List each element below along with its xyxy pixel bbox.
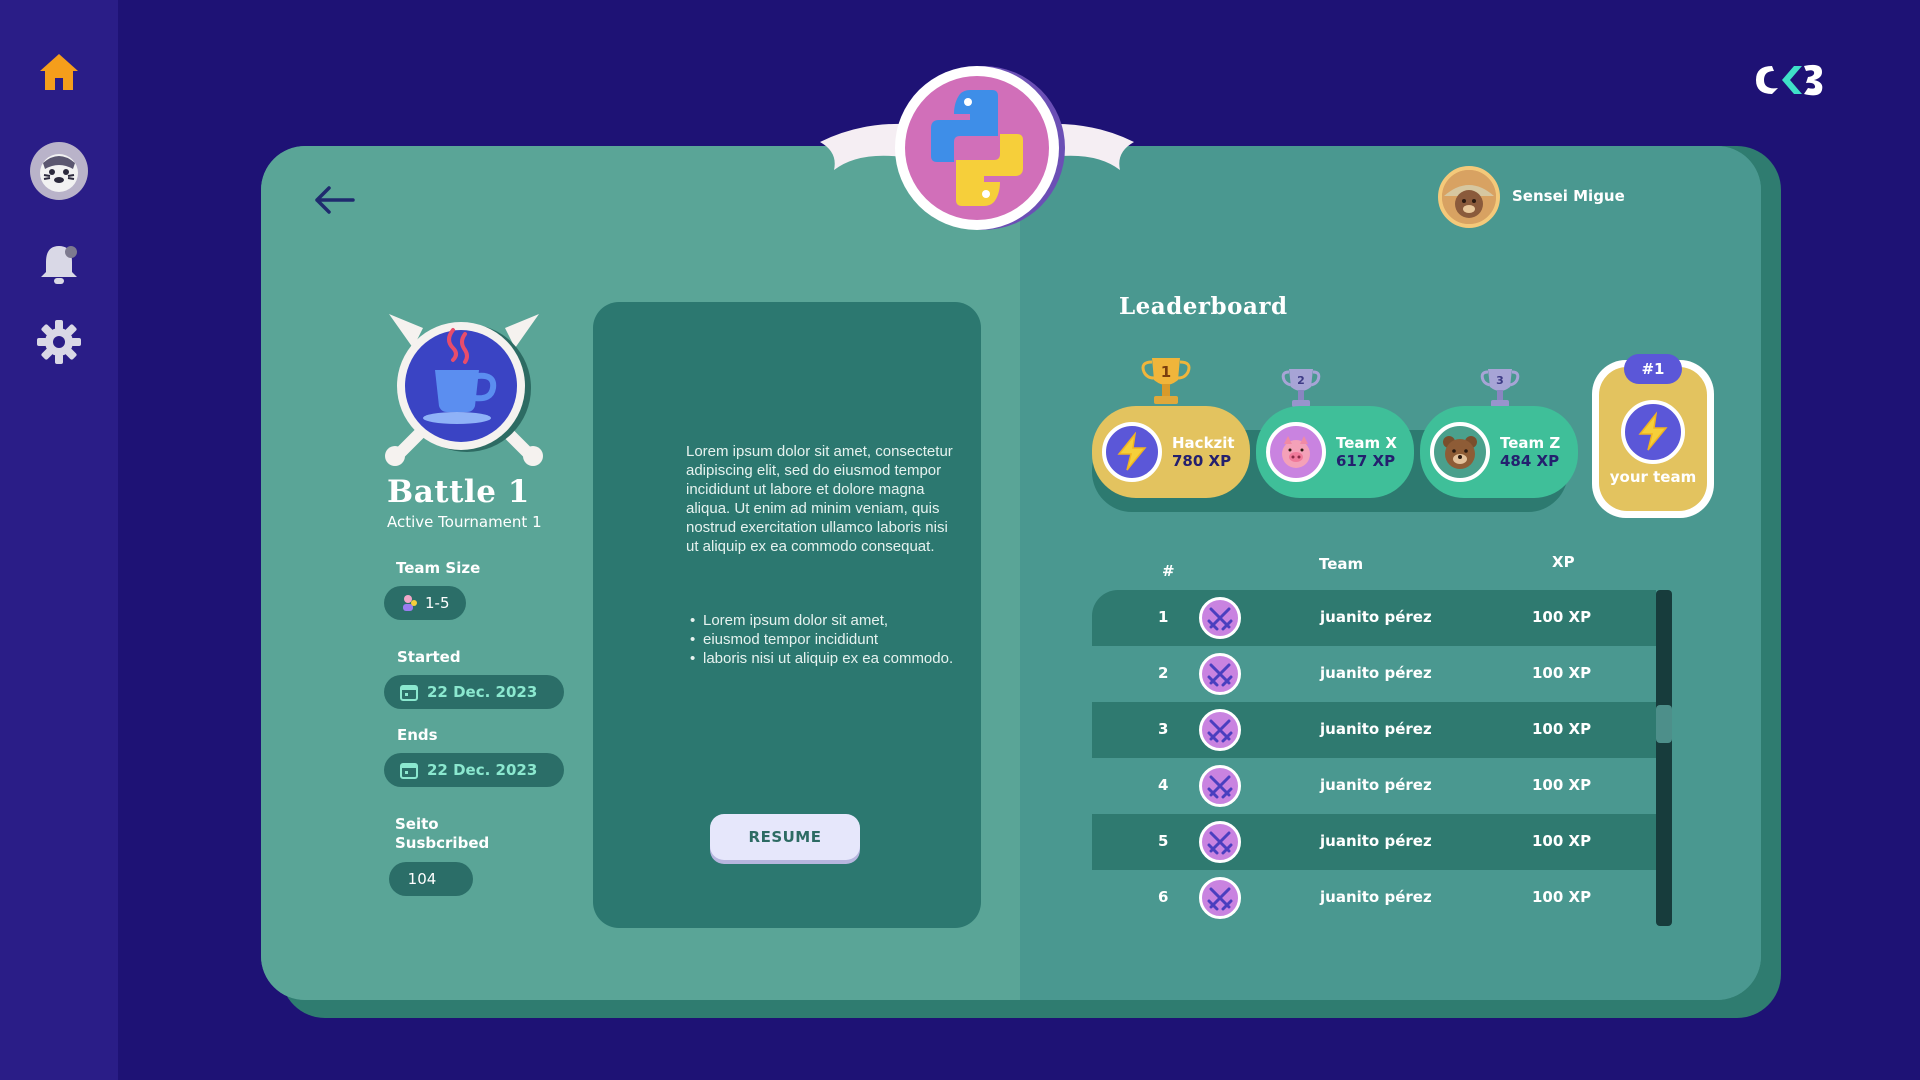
pig-icon [1266,422,1326,482]
home-icon[interactable] [29,42,89,102]
python-logo-icon [820,62,1134,234]
description-bullet: laboris nisi ut aliquip ex ea commodo. [686,649,961,668]
row-team-name: juanito pérez [1320,720,1432,738]
bell-icon[interactable] [29,234,89,294]
podium-xp: 780 XP [1172,452,1232,470]
lightning-icon [1102,422,1162,482]
podium-xp: 484 XP [1500,452,1560,470]
started-date-pill: 22 Dec. 2023 [384,675,564,709]
trophy-icon: 1 [1141,358,1191,404]
lightning-icon [1621,400,1685,464]
swords-icon [1199,877,1241,919]
row-rank: 6 [1158,888,1169,906]
calendar-icon [400,685,418,701]
back-arrow-icon[interactable] [311,180,357,220]
team-size-value: 1-5 [425,594,450,612]
gear-icon[interactable] [29,312,89,372]
battle-title: Battle 1 [387,474,530,510]
row-xp: 100 XP [1532,664,1592,682]
started-label: Started [397,648,461,666]
swords-icon [1199,597,1241,639]
your-team-label: your team [1609,468,1697,486]
table-row[interactable]: 5 juanito pérez 100 XP [1092,814,1656,870]
column-team: Team [1319,555,1364,573]
description-bullet: eiusmod tempor incididunt [686,630,961,649]
row-xp: 100 XP [1532,608,1592,626]
podium-name: Hackzit [1172,434,1235,452]
bear-icon [1430,422,1490,482]
your-team-rank: #1 [1624,354,1682,384]
podium-xp: 617 XP [1336,452,1396,470]
swords-icon [1199,709,1241,751]
sidebar [0,0,118,1080]
resume-button[interactable]: RESUME [710,814,860,860]
subscribed-label-line-2: Susbcribed [395,834,490,852]
row-team-name: juanito pérez [1320,776,1432,794]
podium-card-1[interactable]: Hackzit 780 XP [1092,406,1250,498]
table-row[interactable]: 1 juanito pérez 100 XP [1092,590,1656,646]
row-xp: 100 XP [1532,832,1592,850]
team-members-icon [401,594,419,612]
leaderboard-table: 1 juanito pérez 100 XP 2 juanito pérez 1… [1092,590,1656,926]
row-rank: 5 [1158,832,1169,850]
table-scrollbar-thumb[interactable] [1656,705,1672,743]
row-rank: 4 [1158,776,1169,794]
row-rank: 2 [1158,664,1169,682]
trophy-icon: 2 [1281,369,1321,407]
ends-label: Ends [397,726,438,744]
svg-text:3: 3 [1496,374,1504,387]
swords-icon [1199,653,1241,695]
column-rank: # [1162,562,1175,580]
trophy-icon: 3 [1480,369,1520,407]
row-team-name: juanito pérez [1320,832,1432,850]
svg-text:2: 2 [1297,374,1305,387]
swords-icon [1199,765,1241,807]
description-bullets: Lorem ipsum dolor sit amet, eiusmod temp… [686,611,961,668]
team-size-pill: 1-5 [384,586,466,620]
brand-logo [1752,58,1828,100]
swords-icon [1199,821,1241,863]
leaderboard-title: Leaderboard [1119,293,1288,320]
podium-card-2[interactable]: Team X 617 XP [1256,406,1414,498]
ends-date: 22 Dec. 2023 [427,761,538,779]
started-date: 22 Dec. 2023 [427,683,538,701]
subscribed-label-line-1: Seito [395,815,439,833]
row-xp: 100 XP [1532,720,1592,738]
team-size-label: Team Size [396,559,481,577]
subscribed-count-pill: 104 [389,862,473,896]
row-team-name: juanito pérez [1320,664,1432,682]
description-bullet: Lorem ipsum dolor sit amet, [686,611,961,630]
row-xp: 100 XP [1532,888,1592,906]
calendar-icon [400,763,418,779]
ends-date-pill: 22 Dec. 2023 [384,753,564,787]
user-name: Sensei Migue [1512,187,1625,205]
table-row[interactable]: 4 juanito pérez 100 XP [1092,758,1656,814]
column-xp: XP [1552,553,1575,571]
row-team-name: juanito pérez [1320,888,1432,906]
svg-text:1: 1 [1161,363,1171,381]
table-row[interactable]: 2 juanito pérez 100 XP [1092,646,1656,702]
table-row[interactable]: 3 juanito pérez 100 XP [1092,702,1656,758]
row-rank: 3 [1158,720,1169,738]
row-team-name: juanito pérez [1320,608,1432,626]
description-panel: Lorem ipsum dolor sit amet, consectetur … [593,302,981,928]
battle-subtitle: Active Tournament 1 [387,513,542,531]
row-xp: 100 XP [1532,776,1592,794]
description-paragraph: Lorem ipsum dolor sit amet, consectetur … [686,443,953,555]
podium-card-3[interactable]: Team Z 484 XP [1420,406,1578,498]
row-rank: 1 [1158,608,1169,626]
podium-name: Team Z [1500,434,1561,452]
table-scrollbar[interactable] [1656,590,1672,926]
tiger-avatar-icon[interactable] [29,141,89,201]
table-row[interactable]: 6 juanito pérez 100 XP [1092,870,1656,926]
subscribed-label: Seito Susbcribed [395,815,489,853]
subscribed-count: 104 [407,870,437,888]
user-avatar[interactable] [1438,166,1500,228]
battle-badge [383,310,545,466]
podium-name: Team X [1336,434,1397,452]
